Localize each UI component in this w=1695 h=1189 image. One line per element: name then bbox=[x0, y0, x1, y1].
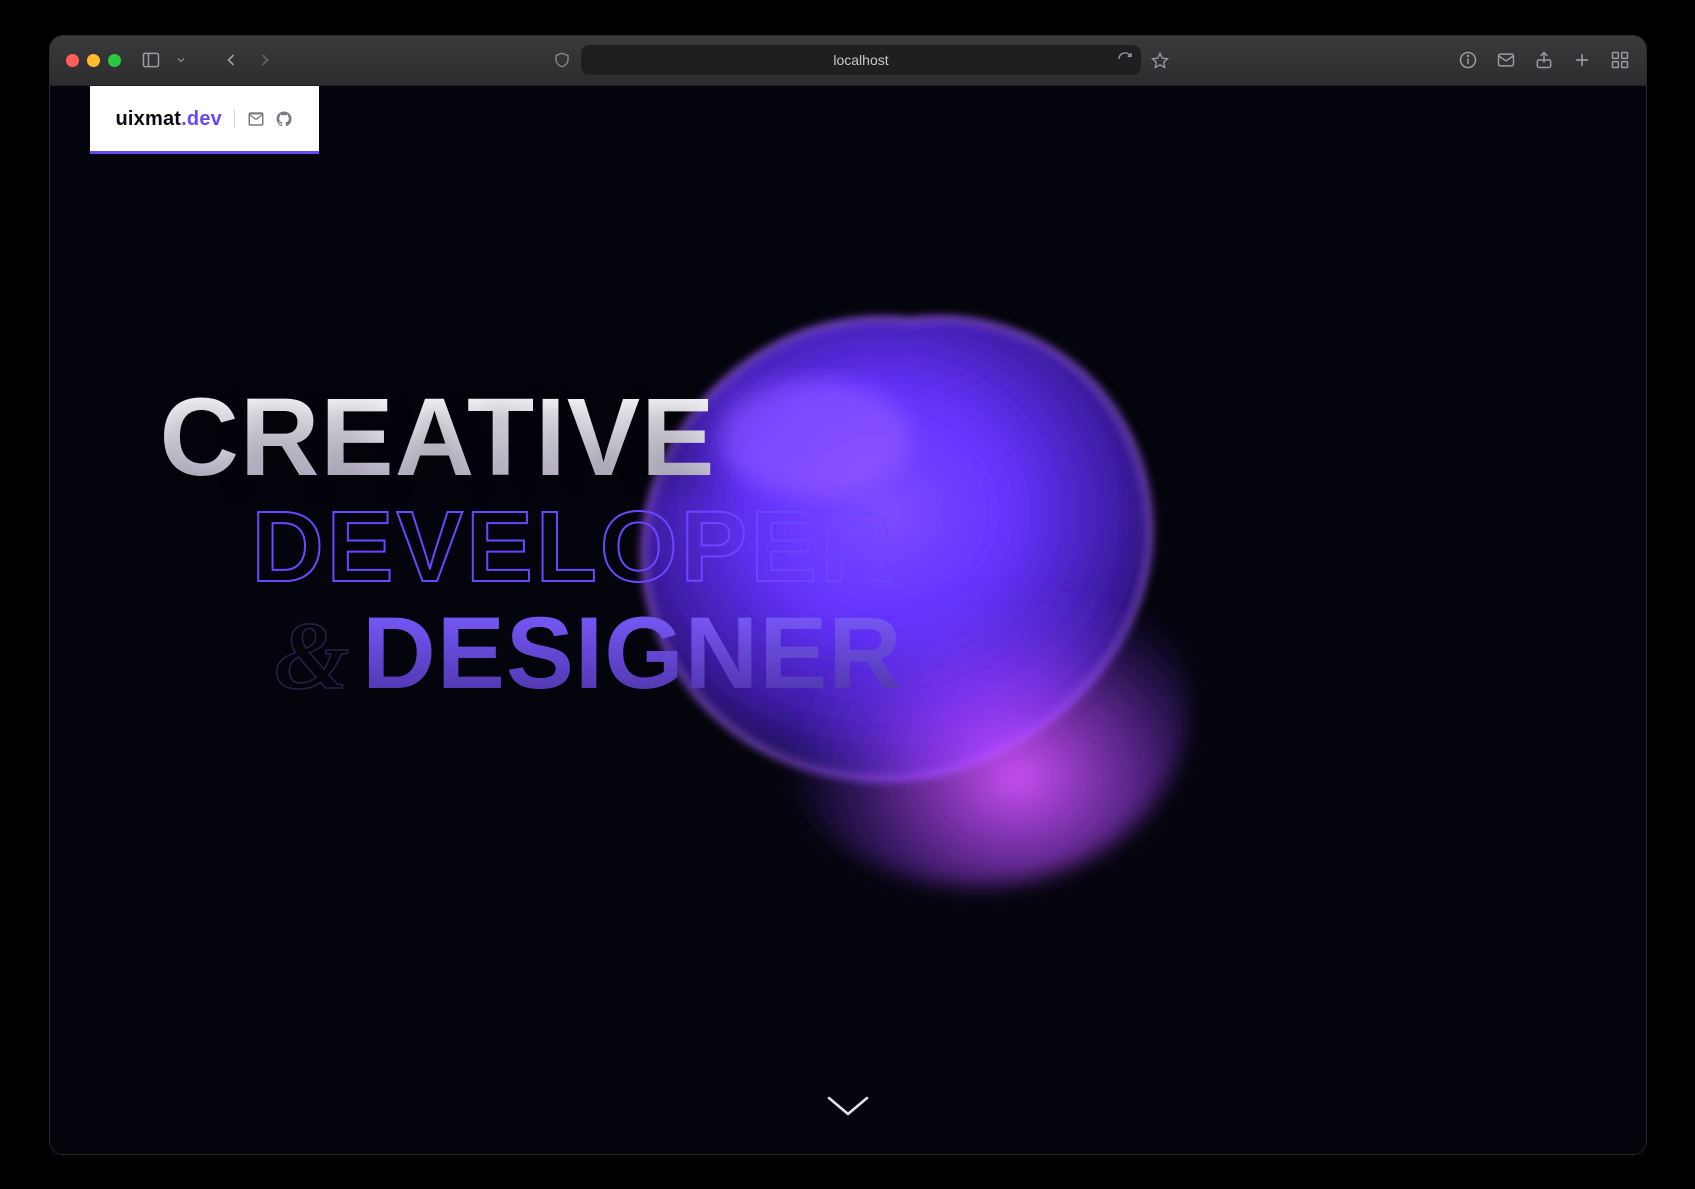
mail-icon[interactable] bbox=[1496, 50, 1516, 70]
address-bar-text: localhost bbox=[833, 52, 888, 68]
back-button-icon[interactable] bbox=[221, 50, 241, 70]
toolbar-center: localhost bbox=[289, 45, 1434, 75]
info-icon[interactable] bbox=[1458, 50, 1478, 70]
brand-links bbox=[247, 110, 293, 128]
hero-headline: CREATIVE DEVELOPER & DESIGNER bbox=[160, 386, 903, 702]
minimize-window-button[interactable] bbox=[87, 54, 100, 67]
bookmark-star-icon[interactable] bbox=[1151, 51, 1169, 69]
address-bar[interactable]: localhost bbox=[581, 45, 1141, 75]
brand-card: uixmat.dev bbox=[90, 86, 320, 154]
sidebar-toggle-icon[interactable] bbox=[141, 50, 161, 70]
github-icon[interactable] bbox=[275, 110, 293, 128]
brand-logo[interactable]: uixmat.dev bbox=[116, 108, 223, 131]
close-window-button[interactable] bbox=[66, 54, 79, 67]
window-controls bbox=[66, 54, 121, 67]
toolbar-left bbox=[66, 50, 275, 70]
maximize-window-button[interactable] bbox=[108, 54, 121, 67]
hero-ampersand: & bbox=[275, 610, 351, 701]
browser-toolbar: localhost bbox=[50, 36, 1646, 86]
email-icon[interactable] bbox=[247, 110, 265, 128]
brand-suffix: .dev bbox=[181, 108, 222, 130]
brand-name: uixmat bbox=[116, 108, 182, 130]
tabs-overview-icon[interactable] bbox=[1610, 50, 1630, 70]
divider bbox=[234, 110, 235, 128]
forward-button-icon[interactable] bbox=[255, 50, 275, 70]
hero-line-3: DESIGNER bbox=[362, 605, 903, 702]
chevron-down-icon[interactable] bbox=[175, 50, 187, 70]
hero-line-1: CREATIVE bbox=[160, 386, 903, 491]
reload-icon[interactable] bbox=[1117, 51, 1133, 67]
browser-window: localhost bbox=[49, 35, 1647, 1155]
new-tab-icon[interactable] bbox=[1572, 50, 1592, 70]
scroll-down-icon[interactable] bbox=[825, 1092, 871, 1120]
share-icon[interactable] bbox=[1534, 50, 1554, 70]
toolbar-right bbox=[1458, 50, 1630, 70]
hero-line-2: DEVELOPER bbox=[252, 500, 896, 595]
privacy-shield-icon[interactable] bbox=[553, 51, 571, 69]
page-viewport: uixmat.dev bbox=[50, 86, 1646, 1154]
